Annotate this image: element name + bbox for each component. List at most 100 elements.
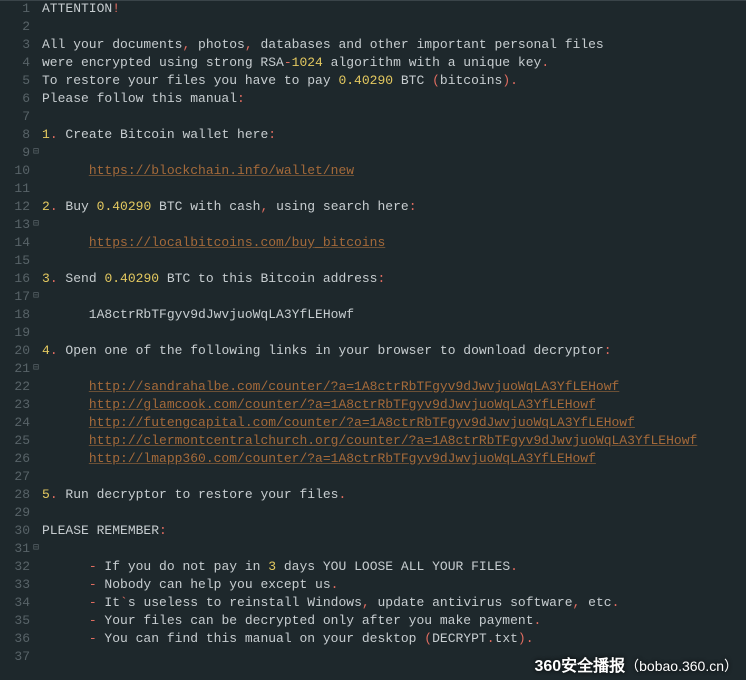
code-line[interactable]: 1A8ctrRbTFgyv9dJwvjuoWqLA3YfLEHowf [42,306,746,324]
code-segment [42,613,89,628]
code-segment: , [362,595,370,610]
code-line[interactable]: - If you do not pay in 3 days YOU LOOSE … [42,558,746,576]
code-line[interactable]: 5. Run decryptor to restore your files. [42,486,746,504]
fold-toggle-icon[interactable]: ⊟ [30,540,42,558]
code-line[interactable] [42,216,746,234]
fold-cell [30,468,42,486]
code-segment: 3 [268,559,276,574]
code-segment: Buy [58,199,97,214]
code-segment [42,397,89,412]
fold-cell [30,342,42,360]
code-line[interactable] [42,468,746,486]
link-text[interactable]: https://blockchain.info/wallet/new [89,163,354,178]
line-number: 35 [0,612,30,630]
code-line[interactable]: - Your files can be decrypted only after… [42,612,746,630]
code-line[interactable] [42,288,746,306]
code-segment: . [50,487,58,502]
fold-cell [30,252,42,270]
link-text[interactable]: http://glamcook.com/counter/?a=1A8ctrRbT… [89,397,596,412]
code-segment: ). [518,631,534,646]
code-line[interactable]: To restore your files you have to pay 0.… [42,72,746,90]
code-line[interactable] [42,18,746,36]
line-number: 37 [0,648,30,666]
code-segment: : [237,91,245,106]
line-number: 10 [0,162,30,180]
code-line[interactable] [42,144,746,162]
code-line[interactable] [42,324,746,342]
code-segment: Run decryptor to restore your files [58,487,339,502]
code-line[interactable]: https://localbitcoins.com/buy_bitcoins [42,234,746,252]
code-line[interactable]: 1. Create Bitcoin wallet here: [42,126,746,144]
code-segment [42,235,89,250]
code-line[interactable] [42,504,746,522]
fold-cell [30,324,42,342]
code-editor: 1234567891011121314151617181920212223242… [0,0,746,680]
link-text[interactable]: http://clermontcentralchurch.org/counter… [89,433,698,448]
line-number: 19 [0,324,30,342]
fold-toggle-icon[interactable]: ⊟ [30,360,42,378]
code-segment: . [50,271,58,286]
code-line[interactable]: http://lmapp360.com/counter/?a=1A8ctrRbT… [42,450,746,468]
code-segment: If you do not pay in [97,559,269,574]
code-line[interactable]: - You can find this manual on your deskt… [42,630,746,648]
code-line[interactable]: - Nobody can help you except us. [42,576,746,594]
code-line[interactable] [42,180,746,198]
fold-cell [30,90,42,108]
line-number: 1 [0,0,30,18]
code-segment: Please follow this manual [42,91,237,106]
link-text[interactable]: http://lmapp360.com/counter/?a=1A8ctrRbT… [89,451,596,466]
code-segment: All your documents [42,37,182,52]
code-segment: ` [120,595,128,610]
code-segment: 5 [42,487,50,502]
fold-toggle-icon[interactable]: ⊟ [30,288,42,306]
code-line[interactable]: ATTENTION! [42,0,746,18]
code-line[interactable] [42,540,746,558]
code-segment: 0.40290 [104,271,159,286]
code-line[interactable]: All your documents, photos, databases an… [42,36,746,54]
code-line[interactable]: http://glamcook.com/counter/?a=1A8ctrRbT… [42,396,746,414]
watermark-prefix: 360安全播报 [534,658,625,675]
code-segment: 3 [42,271,50,286]
code-segment: : [409,199,417,214]
link-text[interactable]: http://futengcapital.com/counter/?a=1A8c… [89,415,635,430]
code-segment: ( [432,73,440,88]
code-segment: using search here [268,199,408,214]
fold-cell [30,162,42,180]
code-line[interactable] [42,108,746,126]
code-content[interactable]: ATTENTION! All your documents, photos, da… [42,0,746,666]
code-line[interactable]: http://futengcapital.com/counter/?a=1A8c… [42,414,746,432]
fold-toggle-icon[interactable]: ⊟ [30,216,42,234]
code-segment: . [331,577,339,592]
code-segment: Your files can be decrypted only after y… [97,613,534,628]
code-segment: 1A8ctrRbTFgyv9dJwvjuoWqLA3YfLEHowf [42,307,354,322]
code-segment: - [89,613,97,628]
code-line[interactable] [42,360,746,378]
code-line[interactable]: 2. Buy 0.40290 BTC with cash, using sear… [42,198,746,216]
fold-toggle-icon[interactable]: ⊟ [30,144,42,162]
code-segment: : [268,127,276,142]
code-line[interactable]: were encrypted using strong RSA-1024 alg… [42,54,746,72]
code-segment [42,451,89,466]
line-number: 32 [0,558,30,576]
code-line[interactable]: - It`s useless to reinstall Windows, upd… [42,594,746,612]
code-line[interactable]: PLEASE REMEMBER: [42,522,746,540]
line-number: 33 [0,576,30,594]
code-line[interactable]: http://clermontcentralchurch.org/counter… [42,432,746,450]
code-line[interactable]: Please follow this manual: [42,90,746,108]
line-number: 4 [0,54,30,72]
code-line[interactable]: 4. Open one of the following links in yo… [42,342,746,360]
code-line[interactable]: http://sandrahalbe.com/counter/?a=1A8ctr… [42,378,746,396]
code-line[interactable]: 3. Send 0.40290 BTC to this Bitcoin addr… [42,270,746,288]
code-segment [42,631,89,646]
fold-cell [30,414,42,432]
line-number: 6 [0,90,30,108]
code-line[interactable]: https://blockchain.info/wallet/new [42,162,746,180]
line-number: 26 [0,450,30,468]
fold-cell [30,630,42,648]
code-segment: days YOU LOOSE ALL YOUR FILES [276,559,510,574]
fold-cell [30,522,42,540]
code-segment: - [89,559,97,574]
code-line[interactable] [42,252,746,270]
link-text[interactable]: http://sandrahalbe.com/counter/?a=1A8ctr… [89,379,620,394]
link-text[interactable]: https://localbitcoins.com/buy_bitcoins [89,235,385,250]
